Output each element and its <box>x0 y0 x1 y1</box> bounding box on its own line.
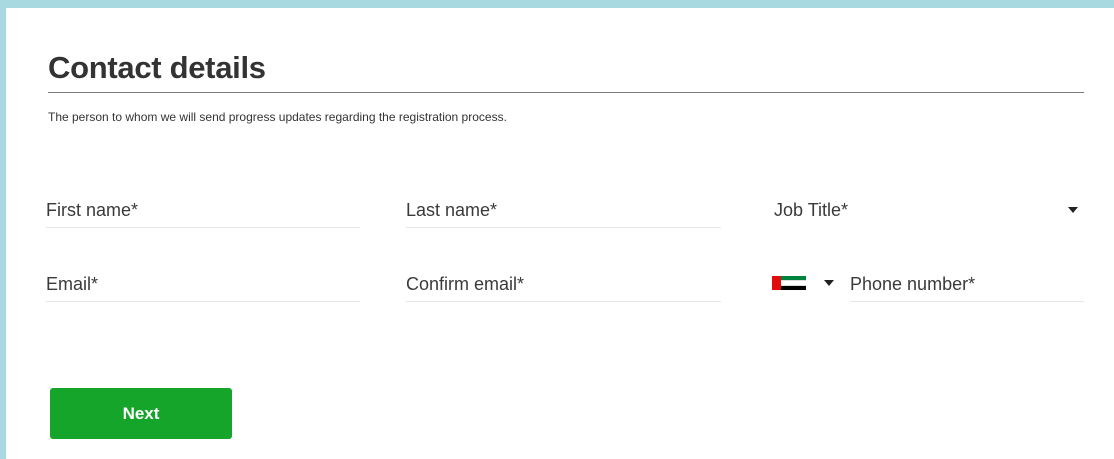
page-subtitle: The person to whom we will send progress… <box>48 110 507 124</box>
phone-number-placeholder: Phone number* <box>850 274 976 294</box>
confirm-email-field[interactable]: Confirm email* <box>406 268 721 302</box>
page-title: Contact details <box>48 50 266 85</box>
uae-flag-icon <box>772 276 806 290</box>
first-name-placeholder: First name* <box>46 200 139 220</box>
confirm-email-placeholder: Confirm email* <box>406 274 525 294</box>
phone-number-field[interactable]: Phone number* <box>850 268 1084 302</box>
chevron-down-icon <box>1068 207 1078 213</box>
country-chevron-down-icon <box>824 280 834 286</box>
form-card: Contact details The person to whom we wi… <box>0 0 1114 459</box>
last-name-field[interactable]: Last name* <box>406 194 721 228</box>
last-name-placeholder: Last name* <box>406 200 498 220</box>
job-title-select[interactable]: Job Title* <box>774 194 1084 228</box>
first-name-field[interactable]: First name* <box>46 194 360 228</box>
email-placeholder: Email* <box>46 274 99 294</box>
next-button[interactable]: Next <box>50 388 232 439</box>
email-field[interactable]: Email* <box>46 268 360 302</box>
job-title-placeholder: Job Title* <box>774 200 849 220</box>
title-divider <box>48 92 1084 93</box>
